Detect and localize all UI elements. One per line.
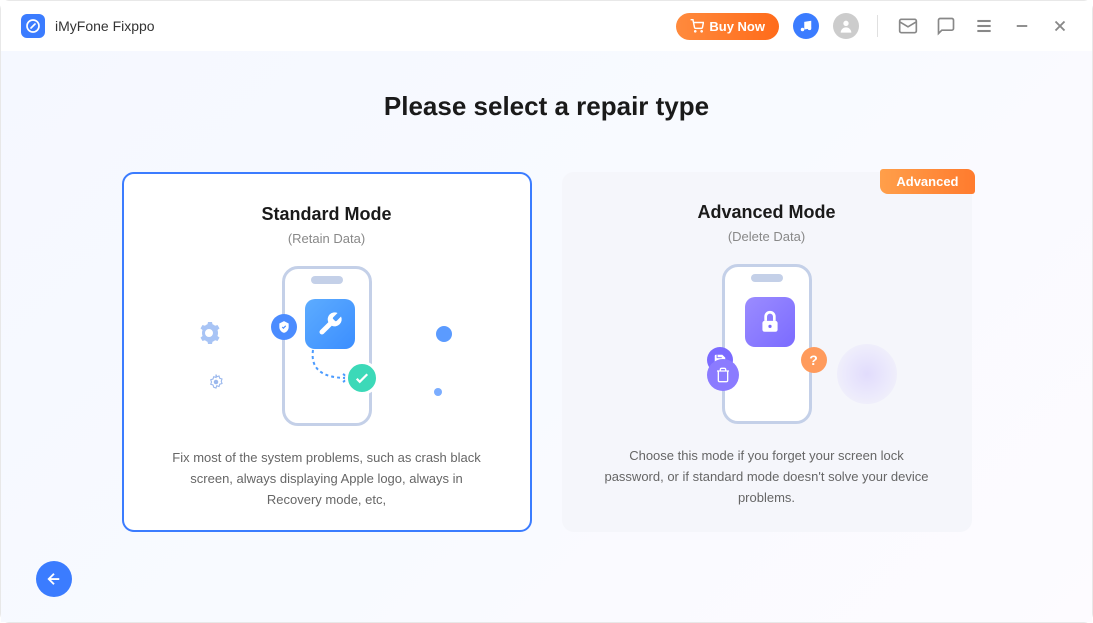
- minimize-button[interactable]: [1010, 14, 1034, 38]
- standard-mode-title: Standard Mode: [261, 204, 391, 225]
- phone-icon: [282, 266, 372, 426]
- check-icon: [345, 361, 379, 395]
- back-button[interactable]: [36, 561, 72, 597]
- close-button[interactable]: [1048, 14, 1072, 38]
- advanced-mode-subtitle: (Delete Data): [728, 229, 805, 244]
- standard-mode-card[interactable]: Standard Mode (Retain Data): [122, 172, 532, 532]
- question-icon: ?: [801, 347, 827, 373]
- blur-decor: [837, 344, 897, 404]
- lock-icon: [745, 297, 795, 347]
- page-title: Please select a repair type: [61, 91, 1032, 122]
- buy-now-button[interactable]: Buy Now: [676, 13, 779, 40]
- dot-decor: [434, 388, 442, 396]
- menu-icon[interactable]: [972, 14, 996, 38]
- advanced-mode-description: Choose this mode if you forget your scre…: [602, 446, 932, 508]
- music-icon[interactable]: [793, 13, 819, 39]
- standard-mode-description: Fix most of the system problems, such as…: [164, 448, 490, 510]
- mail-icon[interactable]: [896, 14, 920, 38]
- standard-mode-illustration: [237, 266, 417, 426]
- phone-icon: ?: [722, 264, 812, 424]
- titlebar: iMyFone Fixppo Buy Now: [1, 1, 1092, 51]
- gear-icon: [207, 373, 225, 391]
- app-title: iMyFone Fixppo: [55, 18, 155, 34]
- cards-container: Standard Mode (Retain Data): [61, 172, 1032, 532]
- wrench-icon: [305, 299, 355, 349]
- avatar-icon[interactable]: [833, 13, 859, 39]
- content-area: Please select a repair type Standard Mod…: [1, 51, 1092, 622]
- arrow-left-icon: [45, 570, 63, 588]
- gear-icon: [197, 321, 221, 345]
- advanced-mode-illustration: ?: [677, 264, 857, 424]
- cart-icon: [690, 19, 704, 33]
- advanced-mode-card[interactable]: Advanced Advanced Mode (Delete Data) ?: [562, 172, 972, 532]
- dot-decor: [436, 326, 452, 342]
- buy-now-label: Buy Now: [709, 19, 765, 34]
- shield-icon: [271, 314, 297, 340]
- trash-icon: [707, 359, 739, 391]
- advanced-mode-title: Advanced Mode: [697, 202, 835, 223]
- feedback-icon[interactable]: [934, 14, 958, 38]
- standard-mode-subtitle: (Retain Data): [288, 231, 365, 246]
- advanced-badge: Advanced: [880, 169, 974, 194]
- app-logo-icon: [21, 14, 45, 38]
- divider: [877, 15, 878, 37]
